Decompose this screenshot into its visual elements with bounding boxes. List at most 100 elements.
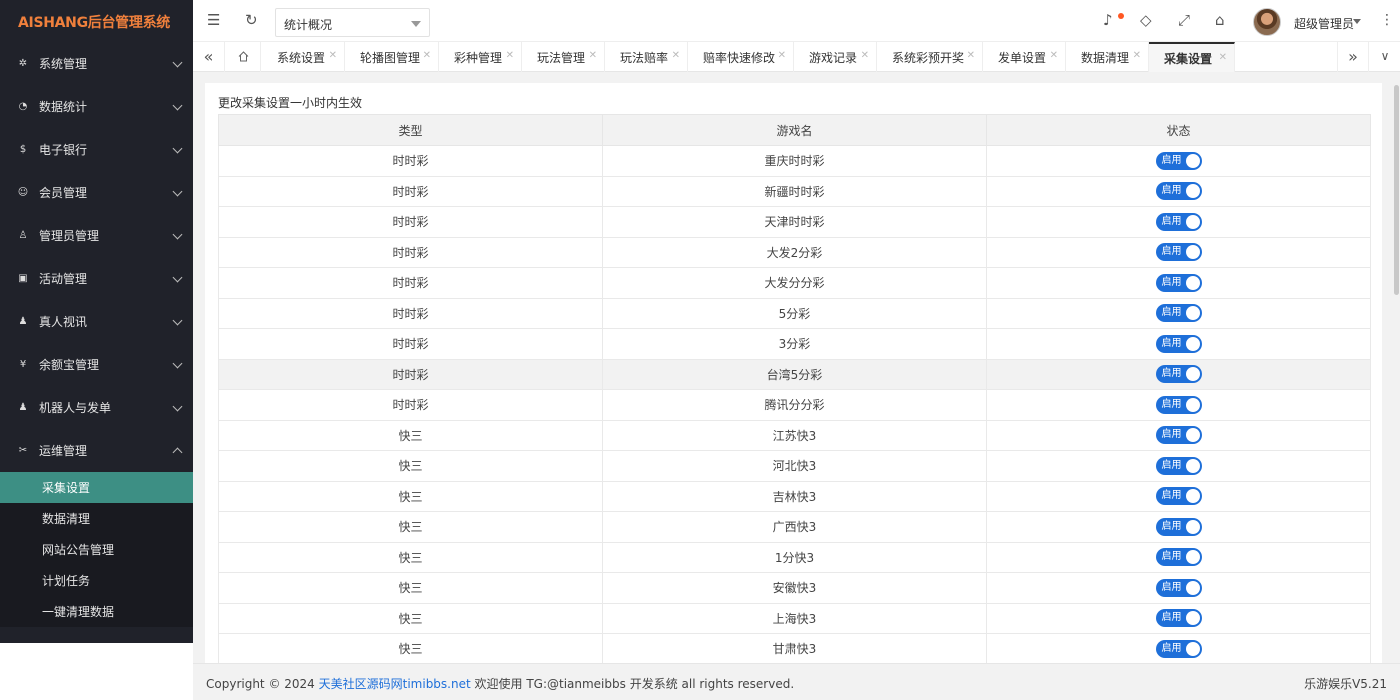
sidebar-item-admins[interactable]: ♙ 管理员管理 <box>0 214 193 257</box>
status-toggle[interactable]: 启用 <box>1155 334 1202 353</box>
submenu-item-data-cleanup[interactable]: 数据清理 <box>0 503 193 534</box>
close-icon[interactable]: ✕ <box>967 50 975 61</box>
avatar[interactable] <box>1253 8 1281 36</box>
status-toggle[interactable]: 启用 <box>1155 548 1202 567</box>
page-select-value: 统计概况 <box>284 18 333 32</box>
close-icon[interactable]: ✕ <box>672 50 680 61</box>
tab-lottery-types[interactable]: 彩种管理 ✕ <box>439 42 522 72</box>
collect-settings-table: 类型 游戏名 状态 时时彩 重庆时时彩 启用 时时彩 新疆时时彩 启用 时时彩 天津时时彩 启用… <box>218 114 1371 665</box>
refresh-icon[interactable]: ↻ <box>245 12 258 28</box>
chevron-down-icon <box>172 100 183 111</box>
caret-down-icon[interactable] <box>1353 19 1361 24</box>
status-toggle[interactable]: 启用 <box>1155 182 1202 201</box>
tab-label: 玩法管理 <box>537 50 586 65</box>
tab-play-odds[interactable]: 玩法赔率 ✕ <box>605 42 688 72</box>
tabs-dropdown-icon[interactable]: ∨ <box>1369 42 1400 72</box>
sidebar-item-robots[interactable]: ♟ 机器人与发单 <box>0 386 193 429</box>
sidebar-item-activities[interactable]: ▣ 活动管理 <box>0 257 193 300</box>
status-toggle[interactable]: 启用 <box>1155 151 1202 170</box>
sidebar-item-yuebao[interactable]: ¥ 余额宝管理 <box>0 343 193 386</box>
cell-game-name: 甘肃快3 <box>602 633 987 665</box>
lock-icon[interactable]: ⌂ <box>1215 12 1225 28</box>
close-icon[interactable]: ✕ <box>1133 50 1141 61</box>
footer-link[interactable]: 天美社区源码网timibbs.net <box>319 677 471 691</box>
tab-play-methods[interactable]: 玩法管理 ✕ <box>522 42 605 72</box>
chevron-down-icon <box>411 21 421 27</box>
menu-toggle-icon[interactable]: ☰ <box>207 12 220 28</box>
sidebar-item-live-video[interactable]: ♟ 真人视讯 <box>0 300 193 343</box>
content-card: 更改采集设置一小时内生效 类型 游戏名 状态 时时彩 重庆时时彩 启用 时时彩 新疆时时… <box>205 83 1382 673</box>
cell-game-name: 天津时时彩 <box>602 206 987 238</box>
status-toggle[interactable]: 启用 <box>1155 273 1202 292</box>
sidebar-item-members[interactable]: ☺ 会员管理 <box>0 171 193 214</box>
tab-bar: « 系统设置 ✕ 轮播图管理 ✕ 彩种管理 ✕ 玩法管理 ✕ 玩法赔率 ✕ 赔率快速修改 ✕… <box>193 42 1400 72</box>
tag-icon[interactable]: ◇ <box>1140 12 1152 28</box>
status-toggle-label: 启用 <box>1161 642 1182 654</box>
status-toggle[interactable]: 启用 <box>1155 578 1202 597</box>
sidebar-item-ebank[interactable]: $ 电子银行 <box>0 128 193 171</box>
table-row: 时时彩 天津时时彩 启用 <box>218 206 1371 238</box>
column-header-status[interactable]: 状态 <box>986 114 1371 146</box>
sidebar-item-statistics[interactable]: ◔ 数据统计 <box>0 85 193 128</box>
submenu-item-collect-settings[interactable]: 采集设置 <box>0 472 193 503</box>
submenu-item-announcements[interactable]: 网站公告管理 <box>0 534 193 565</box>
toggle-knob <box>1185 306 1200 321</box>
tab-order-settings[interactable]: 发单设置 ✕ <box>983 42 1066 72</box>
more-vertical-icon[interactable]: ⋮ <box>1380 12 1394 28</box>
status-toggle-label: 启用 <box>1161 215 1182 227</box>
status-toggle[interactable]: 启用 <box>1155 304 1202 323</box>
tab-data-cleanup[interactable]: 数据清理 ✕ <box>1066 42 1149 72</box>
page-select[interactable]: 统计概况 <box>275 8 430 37</box>
close-icon[interactable]: ✕ <box>506 50 514 61</box>
top-header: ☰ ↻ 统计概况 ♪ ◇ ⤢ ⌂ 超级管理员 ⋮ <box>193 0 1400 42</box>
sidebar-item-system[interactable]: ✲ 系统管理 <box>0 42 193 85</box>
submenu-item-one-click-cleanup[interactable]: 一键清理数据 <box>0 596 193 627</box>
tabs-scroll-left-icon[interactable]: « <box>193 42 225 72</box>
cell-game-name: 1分快3 <box>602 541 987 573</box>
tab-collect-settings[interactable]: 采集设置 ✕ <box>1149 42 1235 72</box>
sidebar-item-label: 管理员管理 <box>39 229 100 243</box>
fullscreen-icon[interactable]: ⤢ <box>1178 12 1190 28</box>
status-toggle-label: 启用 <box>1161 246 1182 258</box>
tab-system-settings[interactable]: 系统设置 ✕ <box>262 42 345 72</box>
close-icon[interactable]: ✕ <box>589 50 597 61</box>
app-logo[interactable]: AISHANG后台管理系统 <box>0 0 193 42</box>
status-toggle[interactable]: 启用 <box>1155 212 1202 231</box>
sidebar-item-label: 运维管理 <box>39 444 88 458</box>
version-text: 乐游娱乐V5.21 <box>1304 677 1387 691</box>
tab-carousel[interactable]: 轮播图管理 ✕ <box>345 42 439 72</box>
sidebar-item-ops[interactable]: ✂ 运维管理 <box>0 429 193 472</box>
bell-icon[interactable]: ♪ <box>1103 12 1113 28</box>
cell-game-name: 广西快3 <box>602 511 987 543</box>
close-icon[interactable]: ✕ <box>423 50 431 61</box>
tab-odds-quick-edit[interactable]: 赔率快速修改 ✕ <box>688 42 794 72</box>
status-toggle[interactable]: 启用 <box>1155 243 1202 262</box>
tabs-scroll-right-icon[interactable]: » <box>1337 42 1369 72</box>
cell-game-name: 重庆时时彩 <box>602 145 987 177</box>
close-icon[interactable]: ✕ <box>778 50 786 61</box>
status-toggle[interactable]: 启用 <box>1155 395 1202 414</box>
close-icon[interactable]: ✕ <box>861 50 869 61</box>
status-toggle[interactable]: 启用 <box>1155 609 1202 628</box>
page-scrollbar[interactable] <box>1394 85 1399 295</box>
column-header-type[interactable]: 类型 <box>218 114 603 146</box>
cell-type: 时时彩 <box>218 145 603 177</box>
cell-status: 启用 <box>986 633 1371 665</box>
status-toggle[interactable]: 启用 <box>1155 487 1202 506</box>
close-icon[interactable]: ✕ <box>1219 52 1227 63</box>
tab-home[interactable] <box>226 42 261 72</box>
user-name[interactable]: 超级管理员 <box>1294 15 1354 32</box>
tab-system-draw[interactable]: 系统彩预开奖 ✕ <box>877 42 983 72</box>
status-toggle[interactable]: 启用 <box>1155 639 1202 658</box>
status-toggle[interactable]: 启用 <box>1155 517 1202 536</box>
status-toggle[interactable]: 启用 <box>1155 456 1202 475</box>
status-toggle[interactable]: 启用 <box>1155 365 1202 384</box>
column-header-game-name[interactable]: 游戏名 <box>602 114 987 146</box>
sidebar-item-label: 系统管理 <box>39 57 88 71</box>
tab-game-records[interactable]: 游戏记录 ✕ <box>794 42 877 72</box>
close-icon[interactable]: ✕ <box>1050 50 1058 61</box>
submenu-item-scheduled-tasks[interactable]: 计划任务 <box>0 565 193 596</box>
status-toggle[interactable]: 启用 <box>1155 426 1202 445</box>
close-icon[interactable]: ✕ <box>329 50 337 61</box>
tab-label: 系统设置 <box>277 50 326 65</box>
